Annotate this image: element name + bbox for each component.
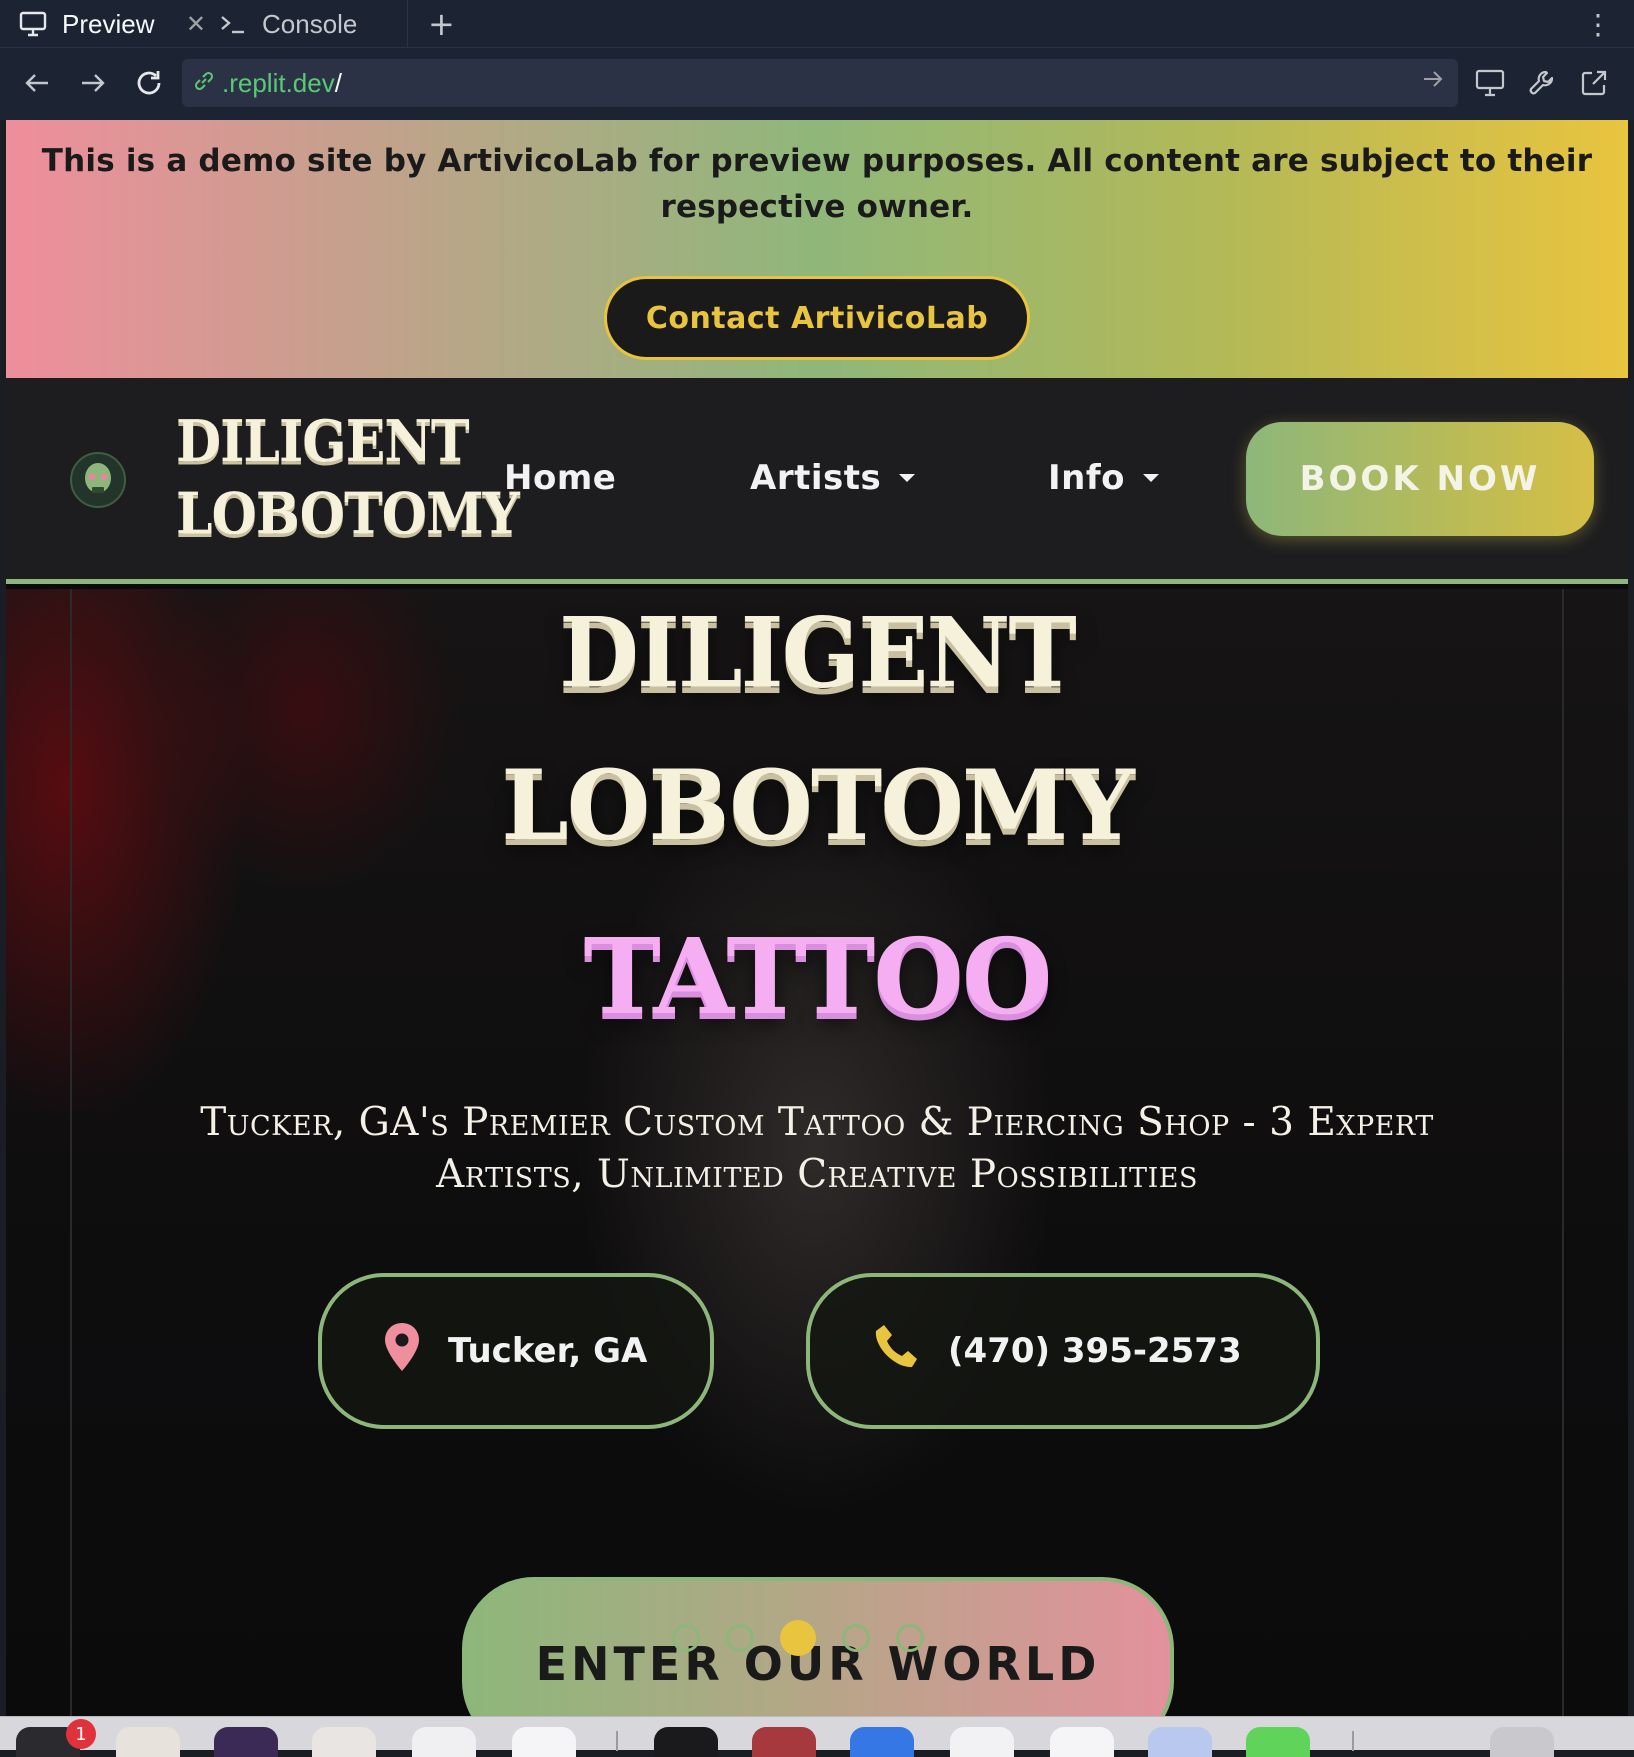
carousel-dots bbox=[672, 1620, 924, 1656]
tab-console[interactable]: Console bbox=[218, 0, 408, 48]
url-text: .replit.dev/ bbox=[222, 68, 342, 99]
site-logo-text[interactable]: DILIGENT LOBOTOMY bbox=[176, 406, 520, 551]
carousel-dot[interactable] bbox=[842, 1624, 870, 1652]
map-pin-icon bbox=[382, 1321, 422, 1382]
carousel-dot[interactable] bbox=[672, 1624, 700, 1652]
demo-banner-text: This is a demo site by ArtivicoLab for p… bbox=[41, 143, 1593, 225]
dock-app-icon[interactable] bbox=[116, 1727, 180, 1757]
add-tab-icon[interactable]: + bbox=[428, 0, 455, 48]
monitor-icon bbox=[18, 9, 48, 39]
tab-preview-label: Preview bbox=[62, 8, 155, 39]
phone-pill[interactable]: (470) 395-2573 bbox=[806, 1273, 1320, 1429]
close-icon[interactable]: ✕ bbox=[186, 10, 206, 39]
dock-app-icon[interactable] bbox=[412, 1727, 476, 1757]
devtools-icon[interactable] bbox=[1468, 60, 1512, 106]
url-host: .replit.dev bbox=[222, 67, 335, 98]
skull-logo-icon[interactable] bbox=[70, 452, 126, 508]
hero-section: DILIGENT LOBOTOMY TATTOO Tucker, GA's Pr… bbox=[6, 589, 1628, 1716]
caret-down-icon bbox=[899, 474, 916, 482]
hero-tagline: Tucker, GA's Premier Custom Tattoo & Pie… bbox=[200, 1100, 1434, 1197]
nav-artists-label: Artists bbox=[750, 458, 882, 498]
dock-app-icon[interactable] bbox=[512, 1727, 576, 1757]
notification-badge: 1 bbox=[66, 1719, 96, 1749]
site-navbar: DILIGENT LOBOTOMY Home Artists Info BOOK… bbox=[6, 378, 1628, 584]
forward-arrow-icon[interactable] bbox=[70, 60, 116, 106]
tab-preview[interactable]: Preview ✕ bbox=[18, 0, 206, 48]
dock-separator bbox=[1352, 1731, 1354, 1751]
dock-app-icon[interactable] bbox=[214, 1727, 278, 1757]
dock-app-icon[interactable] bbox=[654, 1727, 718, 1757]
location-text: Tucker, GA bbox=[448, 1331, 648, 1371]
dock-app-icon[interactable] bbox=[1246, 1727, 1310, 1757]
dock-app-icon[interactable] bbox=[950, 1727, 1014, 1757]
replit-url-bar: .replit.dev/ bbox=[0, 48, 1634, 120]
demo-banner: This is a demo site by ArtivicoLab for p… bbox=[6, 120, 1628, 378]
replit-tab-bar: Preview ✕ Console + ⋮ bbox=[0, 0, 1634, 48]
phone-icon bbox=[872, 1322, 918, 1381]
dock-app-icon[interactable] bbox=[1050, 1727, 1114, 1757]
hero-title-line-1: DILIGENT bbox=[559, 596, 1077, 710]
book-now-button[interactable]: BOOK NOW bbox=[1246, 422, 1594, 536]
contact-artivicolab-button[interactable]: Contact ArtivicoLab bbox=[604, 276, 1030, 360]
nav-info-dropdown[interactable]: Info bbox=[1048, 458, 1160, 498]
logo-line-2: LOBOTOMY bbox=[176, 480, 520, 548]
caret-down-icon bbox=[1143, 474, 1160, 482]
dock-app-icon[interactable] bbox=[312, 1727, 376, 1757]
nav-home-link[interactable]: Home bbox=[504, 458, 616, 498]
go-arrow-icon[interactable] bbox=[1422, 68, 1444, 94]
carousel-dot[interactable] bbox=[896, 1624, 924, 1652]
carousel-dot-active[interactable] bbox=[780, 1620, 816, 1656]
dock-app-icon[interactable] bbox=[752, 1727, 816, 1757]
nav-artists-dropdown[interactable]: Artists bbox=[750, 458, 916, 498]
dock-separator bbox=[616, 1731, 618, 1751]
terminal-icon bbox=[218, 9, 248, 39]
dock-app-icon[interactable] bbox=[1490, 1727, 1554, 1757]
url-path: / bbox=[334, 67, 342, 98]
wrench-icon[interactable] bbox=[1520, 60, 1564, 106]
open-new-window-icon[interactable] bbox=[1572, 60, 1616, 106]
nav-home-label: Home bbox=[504, 458, 617, 498]
dock-app-icon[interactable] bbox=[1148, 1727, 1212, 1757]
logo-line-1: DILIGENT bbox=[176, 408, 470, 476]
phone-text: (470) 395-2573 bbox=[948, 1331, 1242, 1371]
tab-console-label: Console bbox=[262, 8, 358, 39]
back-arrow-icon[interactable] bbox=[14, 60, 60, 106]
location-pill[interactable]: Tucker, GA bbox=[318, 1273, 714, 1429]
preview-viewport: This is a demo site by ArtivicoLab for p… bbox=[6, 120, 1628, 1716]
reload-icon[interactable] bbox=[126, 60, 172, 106]
macos-dock: 1 bbox=[0, 1716, 1634, 1757]
carousel-dot[interactable] bbox=[726, 1624, 754, 1652]
nav-info-label: Info bbox=[1048, 458, 1126, 498]
hero-title-line-2: LOBOTOMY bbox=[501, 749, 1135, 862]
url-input[interactable]: .replit.dev/ bbox=[182, 59, 1458, 107]
link-icon bbox=[192, 69, 216, 97]
dock-app-icon[interactable] bbox=[850, 1727, 914, 1757]
hero-title-line-3: TATTOO bbox=[583, 915, 1053, 1038]
more-options-icon[interactable]: ⋮ bbox=[1584, 0, 1612, 48]
